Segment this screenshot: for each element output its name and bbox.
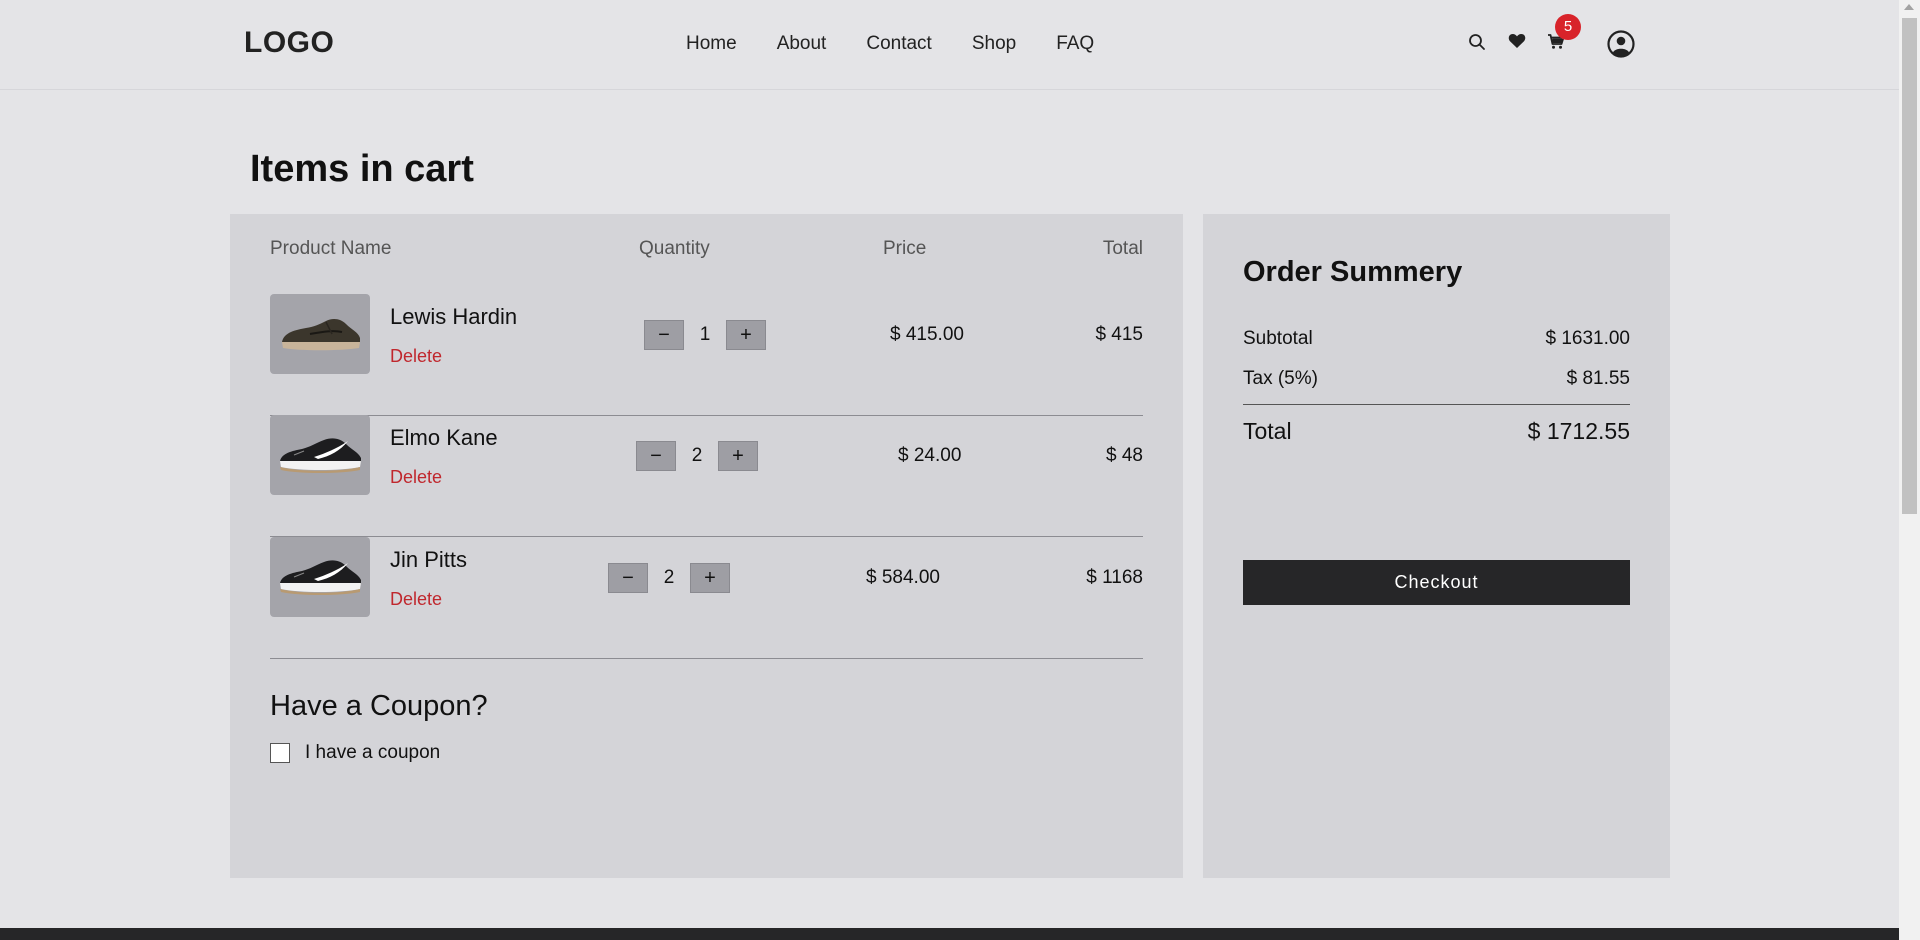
cart-row: Elmo Kane Delete − 2 + $ 24.00 $ 48 <box>270 415 1143 537</box>
item-price: $ 24.00 <box>898 445 962 466</box>
nav-home[interactable]: Home <box>686 33 737 55</box>
logo[interactable]: LOGO <box>244 26 334 60</box>
product-image[interactable] <box>270 294 370 374</box>
quantity-value: 2 <box>663 567 675 588</box>
coupon-checkbox[interactable] <box>270 743 290 763</box>
product-name[interactable]: Elmo Kane <box>390 425 498 451</box>
subtotal-label: Subtotal <box>1243 328 1313 349</box>
checkout-button[interactable]: Checkout <box>1243 560 1630 605</box>
item-total: $ 48 <box>1106 445 1143 466</box>
decrease-quantity-button[interactable]: − <box>636 441 676 471</box>
total-value: $ 1712.55 <box>1527 418 1630 444</box>
scrollbar-thumb[interactable] <box>1902 18 1917 514</box>
quantity-value: 1 <box>699 324 711 345</box>
tax-row: Tax (5%) $ 81.55 <box>1243 368 1630 390</box>
item-price: $ 415.00 <box>890 324 964 345</box>
coupon-checkbox-label[interactable]: I have a coupon <box>305 742 440 764</box>
decrease-quantity-button[interactable]: − <box>608 563 648 593</box>
product-name[interactable]: Jin Pitts <box>390 547 467 573</box>
item-total: $ 415 <box>1095 324 1143 345</box>
search-icon[interactable] <box>1468 33 1488 53</box>
product-image[interactable] <box>270 415 370 495</box>
site-header: LOGO Home About Contact Shop FAQ 5 <box>0 0 1899 90</box>
delete-link[interactable]: Delete <box>390 467 442 488</box>
total-row: Total $ 1712.55 <box>1243 418 1630 445</box>
item-price: $ 584.00 <box>866 567 940 588</box>
delete-link[interactable]: Delete <box>390 346 442 367</box>
increase-quantity-button[interactable]: + <box>726 320 766 350</box>
cart-count-badge: 5 <box>1555 14 1581 40</box>
total-label: Total <box>1243 418 1292 444</box>
nav-about[interactable]: About <box>777 33 827 55</box>
page-scrollbar[interactable] <box>1899 0 1920 940</box>
page-title: Items in cart <box>250 148 474 190</box>
increase-quantity-button[interactable]: + <box>690 563 730 593</box>
scroll-up-arrow-icon[interactable] <box>1904 4 1914 10</box>
quantity-stepper: − 2 + <box>608 563 730 593</box>
product-image[interactable] <box>270 537 370 617</box>
order-summary-panel: Order Summery Subtotal $ 1631.00 Tax (5%… <box>1203 214 1670 878</box>
user-icon[interactable] <box>1607 30 1635 58</box>
product-name[interactable]: Lewis Hardin <box>390 304 517 330</box>
decrease-quantity-button[interactable]: − <box>644 320 684 350</box>
delete-link[interactable]: Delete <box>390 589 442 610</box>
subtotal-value: $ 1631.00 <box>1545 328 1630 349</box>
column-header-product: Product Name <box>270 238 392 259</box>
nav-contact[interactable]: Contact <box>866 33 931 55</box>
tax-value: $ 81.55 <box>1566 368 1630 389</box>
quantity-stepper: − 1 + <box>644 320 766 350</box>
subtotal-row: Subtotal $ 1631.00 <box>1243 328 1630 350</box>
quantity-value: 2 <box>691 445 703 466</box>
nav-shop[interactable]: Shop <box>972 33 1016 55</box>
item-total: $ 1168 <box>1086 567 1143 588</box>
heart-icon[interactable] <box>1508 33 1528 53</box>
quantity-stepper: − 2 + <box>636 441 758 471</box>
nav-faq[interactable]: FAQ <box>1056 33 1094 55</box>
column-header-quantity: Quantity <box>639 238 710 259</box>
cart-panel: Product Name Quantity Price Total Lewis … <box>230 214 1183 878</box>
column-header-price: Price <box>883 238 927 259</box>
summary-divider <box>1243 404 1630 405</box>
summary-title: Order Summery <box>1243 256 1463 288</box>
footer <box>0 928 1899 940</box>
increase-quantity-button[interactable]: + <box>718 441 758 471</box>
cart-row: Lewis Hardin Delete − 1 + $ 415.00 $ 415 <box>270 294 1143 416</box>
cart-row: Jin Pitts Delete − 2 + $ 584.00 $ 1168 <box>270 537 1143 659</box>
tax-label: Tax (5%) <box>1243 368 1318 389</box>
column-header-total: Total <box>1102 238 1143 259</box>
coupon-title: Have a Coupon? <box>270 690 488 722</box>
main-nav: Home About Contact Shop FAQ <box>686 33 1094 55</box>
